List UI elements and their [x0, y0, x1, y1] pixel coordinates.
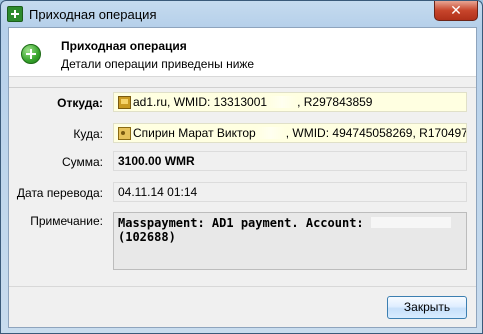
from-label: Откуда: [57, 96, 103, 110]
title-bar[interactable]: Приходная операция ✕ [1, 1, 482, 27]
amount-label: Сумма: [61, 155, 103, 169]
note-label: Примечание: [30, 214, 103, 228]
footer-divider [9, 286, 476, 287]
to-value-a: Спирин Марат Виктор [133, 126, 256, 140]
dialog-header: Приходная операция Детали операции приве… [9, 28, 476, 77]
date-field[interactable]: 04.11.14 01:14 [113, 182, 467, 202]
date-label: Дата перевода: [16, 186, 103, 200]
window-close-button[interactable]: ✕ [434, 1, 478, 21]
person-icon [118, 127, 131, 140]
window-title: Приходная операция [29, 7, 157, 22]
header-title: Приходная операция [61, 39, 187, 53]
add-icon [7, 6, 23, 22]
note-value-b: (102688) [118, 230, 176, 244]
to-label: Куда: [73, 127, 103, 141]
close-button[interactable]: Закрыть [387, 296, 467, 319]
plus-circle-icon [21, 44, 41, 64]
amount-field[interactable]: 3100.00 WMR [113, 151, 467, 171]
from-value-b: , R297843859 [297, 95, 373, 109]
from-value-a: ad1.ru, WMID: 13313001 [133, 95, 268, 109]
dialog-window: Приходная операция ✕ Приходная операция … [0, 0, 483, 334]
to-value-b: , WMID: 494745058269, R170497 [285, 126, 467, 140]
dialog-content: Приходная операция Детали операции приве… [8, 27, 477, 328]
site-icon [118, 96, 131, 109]
to-field[interactable]: Спирин Марат Виктор , WMID: 494745058269,… [113, 123, 467, 143]
divider [9, 87, 476, 88]
note-field[interactable]: Masspayment: AD1 payment. Account: (1026… [113, 212, 467, 270]
note-value-a: Masspayment: AD1 payment. Account: [118, 216, 364, 230]
header-subtitle: Детали операции приведены ниже [61, 57, 255, 71]
from-field[interactable]: ad1.ru, WMID: 13313001 , R297843859 [113, 92, 467, 112]
